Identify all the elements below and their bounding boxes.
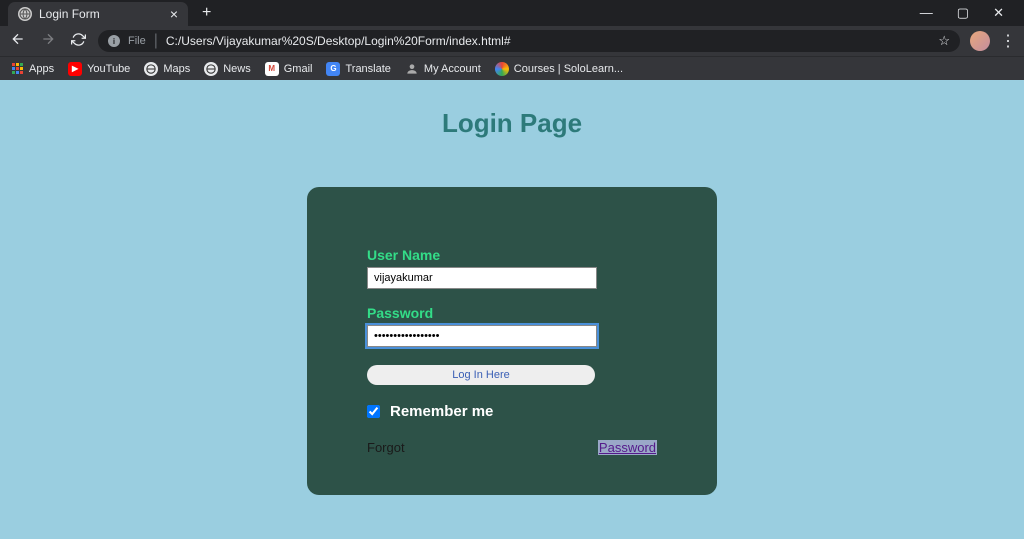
address-scheme: File	[128, 35, 146, 47]
apps-grid-icon	[10, 62, 24, 76]
account-icon	[405, 62, 419, 76]
globe-icon	[204, 62, 218, 76]
globe-icon	[18, 7, 32, 21]
tab-title: Login Form	[39, 7, 170, 21]
close-window-button[interactable]: ✕	[993, 5, 1004, 21]
forgot-password-link[interactable]: Password	[598, 440, 657, 455]
profile-avatar[interactable]	[970, 31, 990, 51]
page-content: Login Page User Name Password Log In Her…	[0, 80, 1024, 539]
bookmark-translate[interactable]: G Translate	[326, 62, 390, 76]
username-label: User Name	[367, 247, 657, 263]
sololearn-icon	[495, 62, 509, 76]
page-title: Login Page	[442, 108, 582, 139]
password-input[interactable]	[367, 325, 597, 347]
address-bar[interactable]: i File | C:/Users/Vijayakumar%20S/Deskto…	[98, 30, 960, 52]
bookmark-maps[interactable]: Maps	[144, 62, 190, 76]
bookmark-myaccount[interactable]: My Account	[405, 62, 481, 76]
login-card: User Name Password Log In Here Remember …	[307, 187, 717, 495]
menu-button[interactable]: ⋮	[1000, 31, 1016, 51]
bookmark-youtube[interactable]: ▶ YouTube	[68, 62, 130, 76]
close-icon[interactable]: ×	[170, 6, 178, 22]
password-label: Password	[367, 305, 657, 321]
gmail-icon: M	[265, 62, 279, 76]
browser-tab[interactable]: Login Form ×	[8, 2, 188, 26]
nav-bar: i File | C:/Users/Vijayakumar%20S/Deskto…	[0, 26, 1024, 56]
reload-button[interactable]	[68, 32, 88, 51]
new-tab-button[interactable]: +	[202, 4, 211, 22]
translate-icon: G	[326, 62, 340, 76]
minimize-button[interactable]: —	[920, 5, 933, 21]
star-icon[interactable]: ☆	[938, 33, 950, 49]
tab-bar: Login Form × + — ▢ ✕	[0, 0, 1024, 26]
remember-checkbox[interactable]	[367, 405, 380, 418]
forward-button[interactable]	[38, 31, 58, 51]
maximize-button[interactable]: ▢	[957, 5, 969, 21]
bookmark-apps[interactable]: Apps	[10, 62, 54, 76]
bookmark-gmail[interactable]: M Gmail	[265, 62, 313, 76]
bookmark-news[interactable]: News	[204, 62, 251, 76]
globe-icon	[144, 62, 158, 76]
youtube-icon: ▶	[68, 62, 82, 76]
bookmarks-bar: Apps ▶ YouTube Maps News M Gmail G Trans…	[0, 56, 1024, 80]
bookmark-courses[interactable]: Courses | SoloLearn...	[495, 62, 623, 76]
forgot-text: Forgot	[367, 440, 405, 455]
back-button[interactable]	[8, 31, 28, 51]
username-input[interactable]	[367, 267, 597, 289]
info-icon[interactable]: i	[108, 35, 120, 47]
remember-label: Remember me	[390, 403, 493, 420]
login-button[interactable]: Log In Here	[367, 365, 595, 385]
address-url: C:/Users/Vijayakumar%20S/Desktop/Login%2…	[166, 34, 511, 48]
